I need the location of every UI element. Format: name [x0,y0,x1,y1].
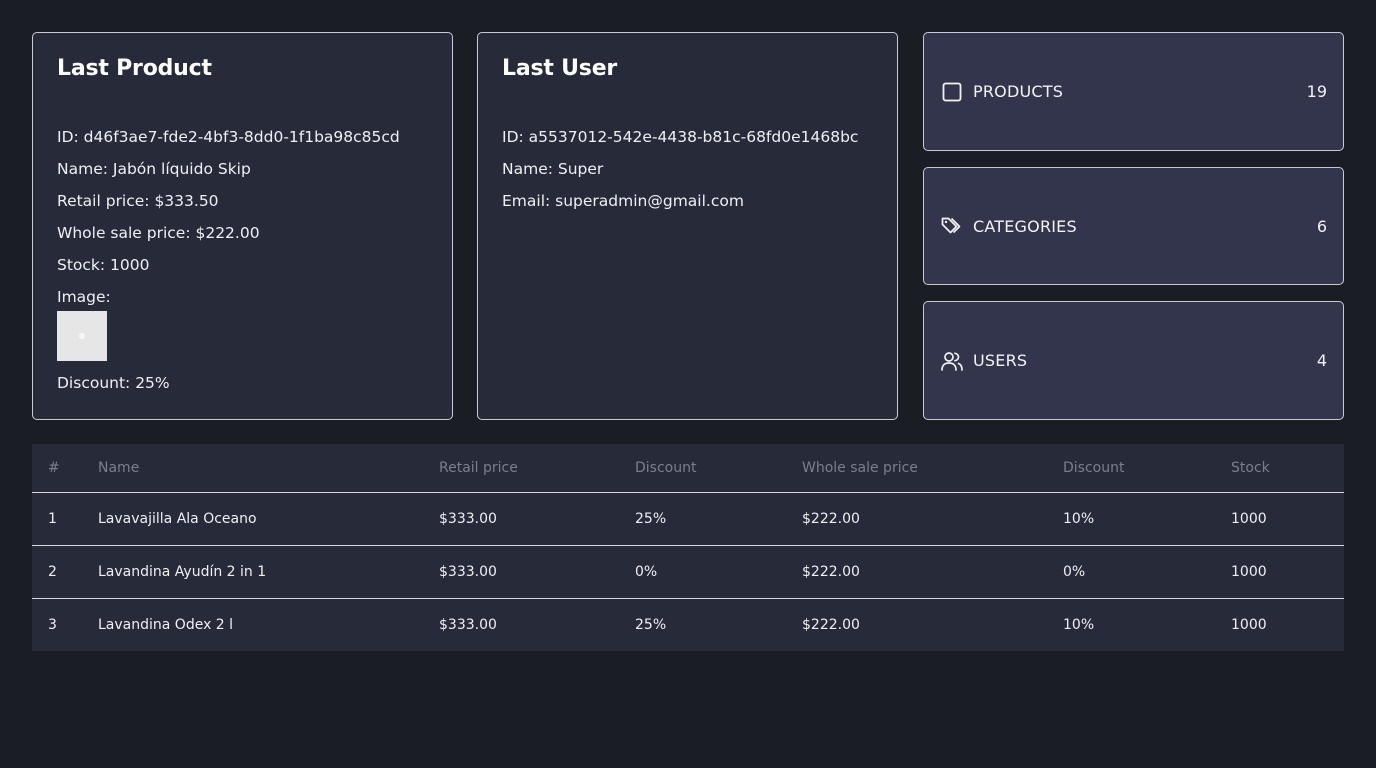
last-product-title: Last Product [57,56,212,81]
column-header-name: Name [82,444,423,493]
product-id: ID: d46f3ae7-fde2-4bf3-8dd0-1f1ba98c85cd [57,128,400,146]
cell-retail-discount: 25% [635,616,667,633]
cell-number: 1 [32,492,82,546]
cell-retail-price: $333.00 [439,616,497,633]
cell-number: 3 [48,616,57,633]
users-stat-label: USERS [973,351,1028,370]
products-stat-label: PRODUCTS [973,82,1064,101]
product-retail-price: Retail price: $333.50 [57,192,219,210]
column-header-wholesale-discount: Discount [1047,444,1215,493]
cell-number: 2 [32,545,82,599]
users-stat-card[interactable]: USERS 4 [923,301,1344,420]
table-row[interactable]: 3 Lavandina Odex 2 l $333.00 25% $222.00… [32,598,1344,651]
categories-stat-card[interactable]: CATEGORIES 6 [923,167,1344,285]
tags-icon [941,215,963,237]
column-header-number: # [32,444,82,493]
cell-stock: 1000 [1215,492,1344,546]
cell-wholesale-price: $222.00 [786,492,1047,546]
cell-retail-price: $333.00 [423,492,619,546]
product-image-label: Image: [57,288,111,306]
cell-name: Lavandina Odex 2 l [98,616,234,633]
column-header-stock: Stock [1215,444,1344,493]
products-stat-card[interactable]: PRODUCTS 19 [923,32,1344,151]
cell-retail-discount: 25% [619,492,786,546]
user-email: Email: superadmin@gmail.com [502,192,744,210]
cell-retail-discount: 0% [619,545,786,599]
product-name: Name: Jabón líquido Skip [57,160,251,178]
categories-stat-label: CATEGORIES [973,216,1077,236]
cell-wholesale-price: $222.00 [786,545,1047,599]
cell-wholesale-discount: 10% [1063,616,1095,633]
square-icon [941,81,963,103]
products-table: # Name Retail price Discount Whole sale … [32,444,1344,651]
cell-name: Lavandina Ayudín 2 in 1 [82,545,423,599]
table-header-row: # Name Retail price Discount Whole sale … [32,444,1344,493]
last-user-title: Last User [502,56,618,81]
cell-stock: 1000 [1215,545,1344,599]
cell-wholesale-discount: 10% [1047,492,1215,546]
last-product-card: Last Product ID: d46f3ae7-fde2-4bf3-8dd0… [32,32,453,420]
product-discount: Discount: 25% [57,374,170,392]
column-header-retail-price: Retail price [423,444,619,493]
table-row[interactable]: 2 Lavandina Ayudín 2 in 1 $333.00 0% $22… [32,545,1344,599]
product-wholesale-price: Whole sale price: $222.00 [57,224,260,242]
cell-wholesale-discount: 0% [1047,545,1215,599]
cell-stock: 1000 [1231,616,1267,633]
products-stat-count: 19 [1306,82,1327,101]
product-image-thumbnail [57,311,107,361]
cell-wholesale-price: $222.00 [802,616,860,633]
products-table-container: # Name Retail price Discount Whole sale … [32,444,1344,651]
users-stat-count: 4 [1316,351,1327,370]
users-icon [941,350,963,372]
user-id: ID: a5537012-542e-4438-b81c-68fd0e1468bc [502,128,859,146]
categories-stat-count: 6 [1316,216,1327,236]
cell-retail-price: $333.00 [423,545,619,599]
table-row[interactable]: 1 Lavavajilla Ala Oceano $333.00 25% $22… [32,492,1344,546]
product-stock: Stock: 1000 [57,256,150,274]
last-user-card: Last User ID: a5537012-542e-4438-b81c-68… [477,32,898,420]
column-header-retail-discount: Discount [619,444,786,493]
column-header-wholesale-price: Whole sale price [786,444,1047,493]
cell-name: Lavavajilla Ala Oceano [82,492,423,546]
user-name: Name: Super [502,160,604,178]
